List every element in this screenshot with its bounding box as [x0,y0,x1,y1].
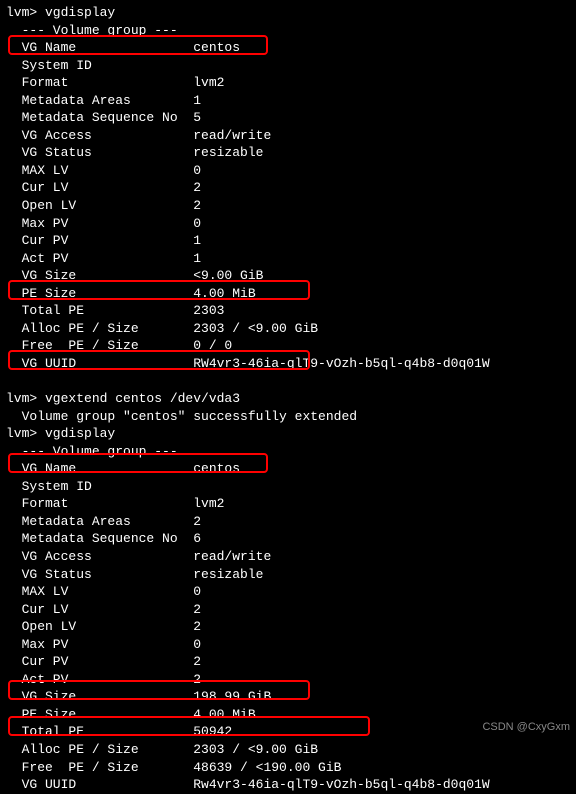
field-act-pv: Act PV 1 [6,250,570,268]
extend-result: Volume group "centos" successfully exten… [6,408,570,426]
field-open-lv: Open LV 2 [6,197,570,215]
field-cur-pv: Cur PV 2 [6,653,570,671]
prompt-line[interactable]: lvm> vgdisplay [6,4,570,22]
field-cur-lv: Cur LV 2 [6,601,570,619]
field-vg-name: VG Name centos [6,39,570,57]
field-vg-status: VG Status resizable [6,144,570,162]
section-header: --- Volume group --- [6,22,570,40]
field-metadata-seq: Metadata Sequence No 5 [6,109,570,127]
field-system-id: System ID [6,478,570,496]
blank-line [6,372,570,390]
field-vg-status: VG Status resizable [6,566,570,584]
field-vg-uuid: VG UUID RW4vr3-46ia-qlT9-vOzh-b5ql-q4b8-… [6,355,570,373]
field-alloc-pe: Alloc PE / Size 2303 / <9.00 GiB [6,741,570,759]
field-vg-size: VG Size <9.00 GiB [6,267,570,285]
field-metadata-areas: Metadata Areas 1 [6,92,570,110]
field-system-id: System ID [6,57,570,75]
field-free-pe: Free PE / Size 0 / 0 [6,337,570,355]
field-metadata-seq: Metadata Sequence No 6 [6,530,570,548]
field-vg-access: VG Access read/write [6,127,570,145]
field-total-pe: Total PE 2303 [6,302,570,320]
watermark-text: CSDN @CxyGxm [482,720,570,735]
field-max-pv: Max PV 0 [6,636,570,654]
field-act-pv: Act PV 2 [6,671,570,689]
field-cur-pv: Cur PV 1 [6,232,570,250]
field-format: Format lvm2 [6,74,570,92]
prompt-line[interactable]: lvm> vgextend centos /dev/vda3 [6,390,570,408]
field-vg-size: VG Size 198.99 GiB [6,688,570,706]
field-format: Format lvm2 [6,495,570,513]
field-cur-lv: Cur LV 2 [6,179,570,197]
prompt-line[interactable]: lvm> vgdisplay [6,425,570,443]
section-header: --- Volume group --- [6,443,570,461]
field-vg-uuid: VG UUID Rw4vr3-46ia-qlT9-vOzh-b5ql-q4b8-… [6,776,570,794]
field-metadata-areas: Metadata Areas 2 [6,513,570,531]
field-alloc-pe: Alloc PE / Size 2303 / <9.00 GiB [6,320,570,338]
field-max-lv: MAX LV 0 [6,583,570,601]
field-open-lv: Open LV 2 [6,618,570,636]
field-pe-size: PE Size 4.00 MiB [6,285,570,303]
field-max-pv: Max PV 0 [6,215,570,233]
field-max-lv: MAX LV 0 [6,162,570,180]
field-free-pe: Free PE / Size 48639 / <190.00 GiB [6,759,570,777]
field-vg-access: VG Access read/write [6,548,570,566]
field-vg-name: VG Name centos [6,460,570,478]
